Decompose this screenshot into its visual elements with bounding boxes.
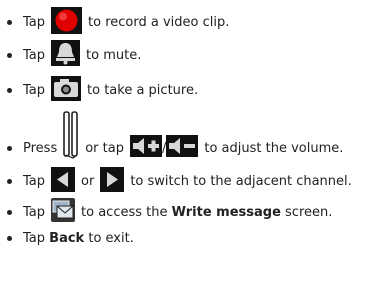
item-text: Tap bbox=[23, 14, 46, 30]
list-item: Tap or to switch to the adjacent channel… bbox=[0, 166, 352, 196]
camera-icon bbox=[51, 75, 82, 105]
volume-side-keys-icon bbox=[63, 111, 79, 163]
volume-up-icon bbox=[129, 135, 162, 161]
volume-down-icon bbox=[166, 135, 199, 161]
next-channel-icon bbox=[100, 166, 125, 196]
item-text: Tap bbox=[23, 230, 46, 246]
message-icon bbox=[51, 198, 76, 226]
previous-channel-icon bbox=[51, 166, 76, 196]
item-emphasis: Write message bbox=[171, 204, 281, 220]
bullet bbox=[7, 209, 12, 215]
bullet bbox=[7, 19, 12, 25]
list-item: Tap to take a picture. bbox=[0, 75, 198, 105]
bullet bbox=[7, 87, 12, 93]
item-text: to take a picture. bbox=[87, 82, 199, 98]
item-text: Tap bbox=[23, 204, 46, 220]
list-item: Tap to record a video clip. bbox=[0, 6, 230, 38]
item-text: Tap bbox=[23, 173, 46, 189]
item-emphasis: Back bbox=[49, 230, 85, 246]
record-icon bbox=[51, 6, 83, 38]
item-text: or bbox=[81, 173, 95, 189]
list-item: Tap to mute. bbox=[0, 40, 141, 70]
bullet bbox=[7, 52, 12, 58]
item-text: to adjust the volume. bbox=[204, 140, 344, 156]
item-text: to switch to the adjacent channel. bbox=[130, 173, 352, 189]
item-text: screen. bbox=[285, 204, 333, 220]
bullet bbox=[7, 145, 12, 151]
list-item: Press or tap / to adjust the volume. bbox=[0, 111, 344, 163]
item-text: to access the bbox=[81, 204, 168, 220]
bullet bbox=[7, 178, 12, 184]
item-text: to mute. bbox=[86, 47, 142, 63]
bullet bbox=[7, 235, 12, 241]
item-text: Press bbox=[23, 140, 58, 156]
item-text: to record a video clip. bbox=[88, 14, 230, 30]
list-item: Tap Back to exit. bbox=[0, 223, 134, 253]
mute-bell-icon bbox=[51, 40, 81, 70]
item-text: to exit. bbox=[88, 230, 134, 246]
item-text: Tap bbox=[23, 82, 46, 98]
item-text: Tap bbox=[23, 47, 46, 63]
instruction-list: Tap to record a video clip. Tap to mute.… bbox=[0, 0, 391, 281]
item-text: or tap bbox=[85, 140, 124, 156]
